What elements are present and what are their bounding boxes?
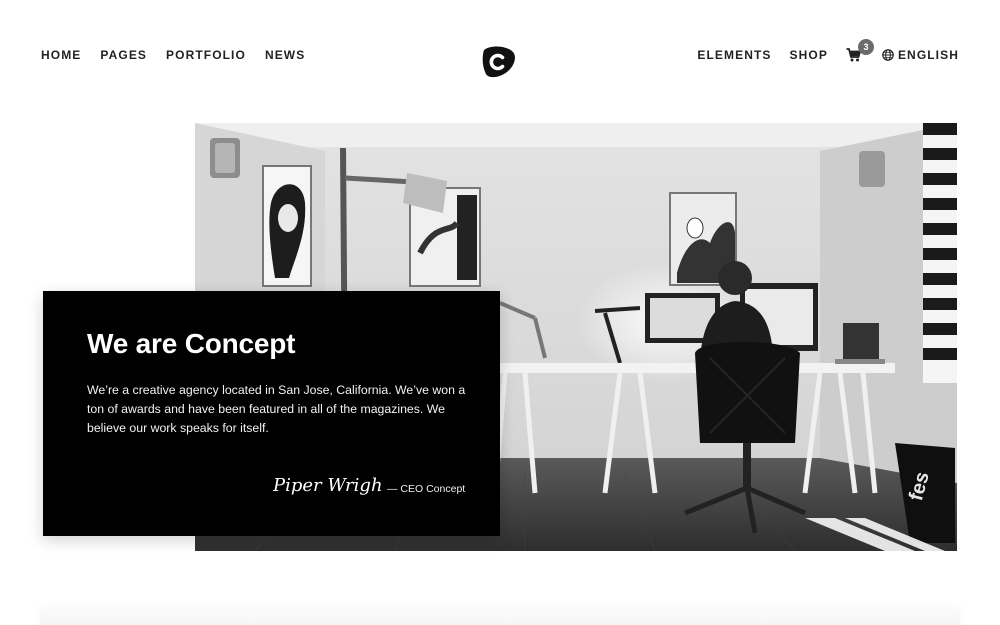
signature-script: Piper Wright: [273, 475, 383, 496]
nav-elements[interactable]: ELEMENTS: [697, 48, 771, 62]
intro-card: We are Concept We’re a creative agency l…: [43, 291, 500, 536]
nav-news[interactable]: NEWS: [265, 48, 305, 62]
signature: Piper Wright — CEO Concept: [273, 469, 465, 501]
nav-shop[interactable]: SHOP: [790, 48, 828, 62]
nav-home[interactable]: HOME: [41, 48, 81, 62]
cart-button[interactable]: 3: [846, 39, 874, 62]
cart-count-badge: 3: [857, 39, 874, 55]
language-label: ENGLISH: [897, 48, 959, 62]
logo-icon[interactable]: [480, 44, 516, 80]
signature-role: — CEO Concept: [387, 483, 466, 495]
globe-icon: [882, 49, 894, 61]
intro-body: We’re a creative agency located in San J…: [87, 383, 466, 435]
nav-pages[interactable]: PAGES: [100, 48, 147, 62]
primary-nav-right: ELEMENTS SHOP 3 ENGLISH: [697, 39, 959, 62]
intro-title: We are Concept: [87, 328, 296, 359]
primary-nav-left: HOME PAGES PORTFOLIO NEWS: [41, 48, 305, 62]
language-selector[interactable]: ENGLISH: [882, 48, 959, 62]
nav-portfolio[interactable]: PORTFOLIO: [166, 48, 246, 62]
svg-text:Piper Wright: Piper Wright: [273, 475, 383, 496]
next-section-edge: [40, 610, 960, 625]
